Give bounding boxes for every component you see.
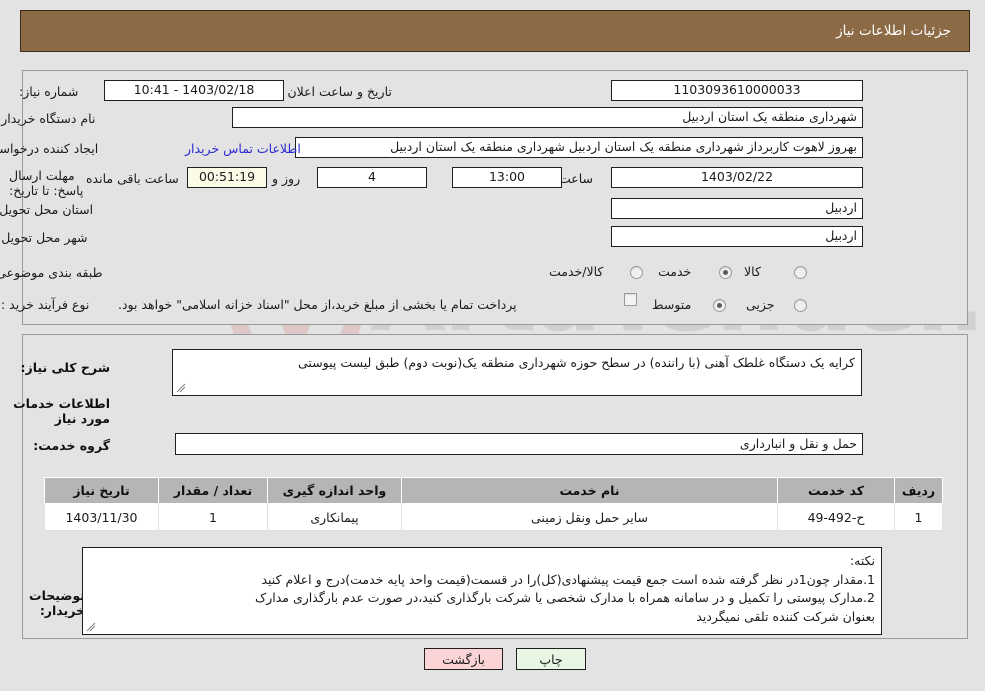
service-group-value: حمل و نقل و انبارداری [175, 433, 863, 455]
days-remaining-value: 4 [317, 167, 427, 188]
hours-word-label: ساعت باقی مانده [86, 171, 179, 186]
category-radio-khedmat[interactable] [719, 266, 732, 279]
deadline-date-value: 1403/02/22 [611, 167, 863, 188]
payment-note-checkbox[interactable] [624, 293, 637, 306]
category-option-kala-khedmat: کالا/خدمت [549, 264, 604, 279]
process-option-motavaset: متوسط [652, 297, 692, 312]
category-radio-kala-khedmat[interactable] [630, 266, 643, 279]
buyer-notes-label: توضیحات خریدار: [29, 588, 85, 618]
cell-unit: پیمانکاری [267, 503, 402, 531]
city-value: اردبیل [611, 226, 863, 247]
cell-radif: 1 [894, 503, 943, 531]
cell-name: سایر حمل ونقل زمینی [401, 503, 778, 531]
service-group-label: گروه خدمت: [33, 438, 110, 453]
table-row: 1 ح-492-49 سایر حمل ونقل زمینی پیمانکاری… [44, 503, 943, 531]
process-label: نوع فرآیند خرید : [1, 297, 90, 312]
process-radio-jozii[interactable] [794, 299, 807, 312]
col-radif: ردیف [894, 477, 943, 504]
page-root: ArtaTender.net جزئیات اطلاعات نیاز شماره… [0, 0, 985, 691]
days-word-label: روز و [272, 171, 301, 186]
buyer-contact-link[interactable]: اطلاعات تماس خریدار [185, 141, 301, 156]
deadline-time-label: ساعت [558, 171, 593, 186]
back-button[interactable]: بازگشت [424, 648, 503, 670]
cell-date: 1403/11/30 [44, 503, 159, 531]
need-number-label: شماره نیاز: [19, 84, 79, 99]
col-name: نام خدمت [401, 477, 778, 504]
requester-value: بهروز لاهوت کاربرداز شهرداری منطقه یک اس… [295, 137, 863, 158]
cell-qty: 1 [158, 503, 268, 531]
buyer-notes-line1: 1.مقدار چون1در نظر گرفته شده است جمع قیم… [261, 571, 875, 587]
need-summary-text: کرایه یک دستگاه غلطک آهنی (با راننده) در… [298, 355, 855, 370]
buyer-notes-line0: نکته: [849, 553, 875, 568]
need-number-value: 1103093610000033 [611, 80, 863, 101]
need-summary-textarea[interactable]: کرایه یک دستگاه غلطک آهنی (با راننده) در… [172, 349, 862, 396]
service-items-table: ردیف کد خدمت نام خدمت واحد اندازه گیری ت… [44, 477, 943, 531]
requester-label: ایجاد کننده درخواست: [0, 141, 99, 156]
category-radio-kala[interactable] [794, 266, 807, 279]
process-option-jozii: جزیی [746, 297, 775, 312]
buyer-org-value: شهرداری منطقه یک استان اردبیل [232, 107, 863, 128]
province-value: اردبیل [611, 198, 863, 219]
category-option-kala: کالا [744, 264, 761, 279]
buyer-org-label: نام دستگاه خریدار: [0, 111, 96, 126]
buyer-notes-textarea[interactable]: نکته: 1.مقدار چون1در نظر گرفته شده است ج… [82, 547, 882, 635]
need-summary-label: شرح کلی نیاز: [20, 360, 110, 375]
province-label: استان محل تحویل: [0, 202, 94, 217]
print-button[interactable]: چاپ [516, 648, 586, 670]
page-title: جزئیات اطلاعات نیاز [836, 23, 951, 39]
payment-note-label: پرداخت تمام یا بخشی از مبلغ خرید،از محل … [118, 297, 517, 312]
process-radio-motavaset[interactable] [713, 299, 726, 312]
announce-datetime-value: 1403/02/18 - 10:41 [104, 80, 284, 101]
deadline-time-value: 13:00 [452, 167, 562, 188]
services-section-title: اطلاعات خدمات مورد نیاز [13, 396, 110, 426]
page-header: جزئیات اطلاعات نیاز [20, 10, 970, 52]
buyer-notes-line2: 2.مدارک پیوستی را تکمیل و در سامانه همرا… [255, 590, 875, 605]
col-unit: واحد اندازه گیری [267, 477, 402, 504]
col-date: تاریخ نیاز [44, 477, 159, 504]
table-header-row: ردیف کد خدمت نام خدمت واحد اندازه گیری ت… [44, 477, 943, 504]
hours-remaining-value: 00:51:19 [187, 167, 267, 188]
col-qty: تعداد / مقدار [158, 477, 268, 504]
col-code: کد خدمت [777, 477, 895, 504]
buyer-notes-line3: بعنوان شرکت کننده تلقی نمیگردید [696, 608, 875, 624]
cell-code: ح-492-49 [777, 503, 895, 531]
resize-handle-icon[interactable] [176, 383, 186, 393]
resize-handle-icon[interactable] [86, 622, 96, 632]
city-label: شهر محل تحویل: [0, 230, 88, 245]
category-option-khedmat: خدمت [658, 264, 692, 279]
category-label: طبقه بندی موضوعی: [0, 265, 103, 280]
